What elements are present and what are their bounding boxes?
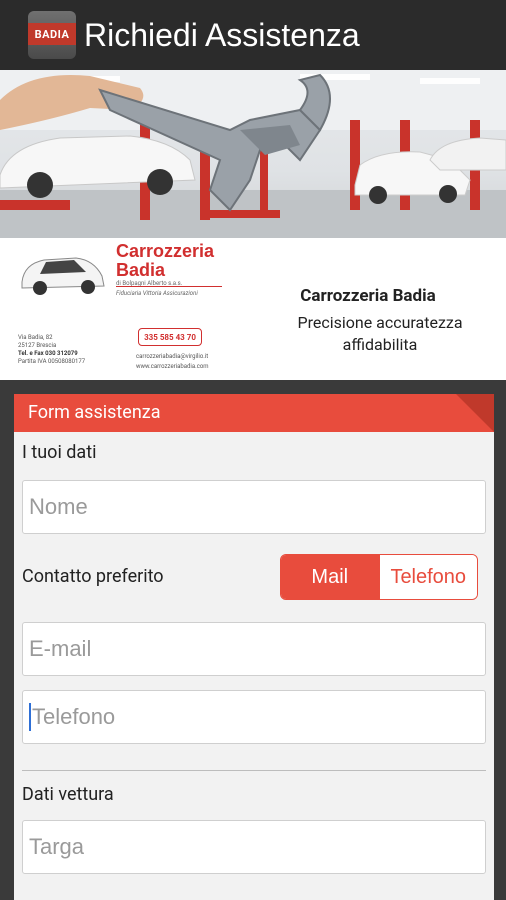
address-phone: Tel. e Fax 030 312079 [18,350,78,357]
company-banner: Carrozzeria Badia di Bolpagni Alberto s.… [0,238,506,380]
name-field[interactable] [22,480,486,534]
company-address: Via Badia, 82 25127 Brescia Tel. e Fax 0… [18,334,85,366]
brand-name: Carrozzeria Badia [116,242,214,280]
email-input[interactable] [29,636,485,662]
company-email: carrozzeriabadia@virgilio.it [136,353,209,360]
car-logo-icon [21,257,105,295]
action-bar: BADIA Richiedi Assistenza [0,0,506,70]
company-website: www.carrozzeriabadia.com [136,363,209,370]
text-cursor [29,703,31,731]
address-vat: Partita IVA 00508080177 [18,358,86,365]
app-logo-text: BADIA [28,23,76,45]
brand-name-line1: Carrozzeria [116,241,215,261]
page-title: Richiedi Assistenza [84,16,360,53]
name-input[interactable] [29,494,485,520]
form-header: Form assistenza [14,394,494,432]
phone-field[interactable] [22,690,486,744]
address-line: 25127 Brescia [18,342,57,349]
section-vehicle-label: Dati vettura [22,784,114,805]
contact-preference-toggle[interactable]: Mail Telefono [280,554,478,600]
header-corner-decoration [456,394,494,432]
hero-image [0,70,506,238]
mobile-phone-badge: 335 585 43 70 [138,328,202,346]
company-contacts: carrozzeriabadia@virgilio.it www.carrozz… [136,352,209,372]
contact-option-phone[interactable]: Telefono [378,555,477,599]
plate-field[interactable] [22,820,486,874]
section-divider [22,770,486,771]
address-line: Via Badia, 82 [18,334,53,341]
brand-name-line2: Badia [116,260,166,280]
assistance-form: Form assistenza I tuoi dati Contatto pre… [14,394,494,900]
banner-subtitle: Precisione accuratezza affidabilita [297,313,463,354]
section-personal-label: I tuoi dati [22,442,97,463]
banner-title: Carrozzeria Badia [300,286,436,306]
brand-divider [116,286,222,287]
phone-input[interactable] [31,704,485,730]
email-field[interactable] [22,622,486,676]
contact-preference-label: Contatto preferito [22,566,164,587]
plate-input[interactable] [29,834,485,860]
brand-fiduciary: Fiduciaria Vittoria Assicurazioni [116,290,198,297]
app-logo-icon[interactable]: BADIA [28,11,76,59]
form-header-title: Form assistenza [28,402,161,423]
garage-illustration [0,70,506,238]
contact-option-mail[interactable]: Mail [281,555,379,599]
